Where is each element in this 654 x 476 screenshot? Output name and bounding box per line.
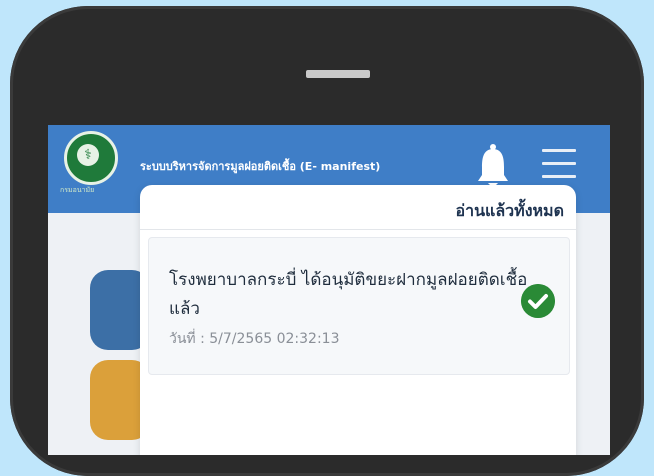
hamburger-menu-icon[interactable] bbox=[542, 149, 576, 183]
notification-message: โรงพยาบาลกระบี่ ได้อนุมัติขยะฝากมูลฝอยติ… bbox=[169, 270, 528, 319]
caduceus-icon: ⚕ bbox=[77, 144, 99, 166]
notification-dropdown: อ่านแล้วทั้งหมด โรงพยาบาลกระบี่ ได้อนุมั… bbox=[140, 185, 576, 455]
mark-all-read-button[interactable]: อ่านแล้วทั้งหมด bbox=[456, 199, 564, 224]
ministry-seal-icon: ⚕ bbox=[64, 131, 118, 185]
menu-line bbox=[542, 149, 576, 152]
notification-date: วันที่ : 5/7/2565 02:32:13 bbox=[169, 331, 340, 347]
divider bbox=[140, 229, 576, 230]
check-circle-icon bbox=[521, 284, 555, 318]
logo-text: กรมอนามัย bbox=[60, 186, 95, 194]
app-title: ระบบบริหารจัดการมูลฝอยติดเชื้อ (E- manif… bbox=[140, 160, 381, 173]
menu-line bbox=[542, 162, 576, 165]
bell-icon[interactable] bbox=[476, 143, 510, 189]
app-screen: ⚕ กรมอนามัย ระบบบริหารจัดการมูลฝอยติดเชื… bbox=[48, 125, 610, 455]
phone-speaker bbox=[306, 70, 370, 78]
notification-item[interactable]: โรงพยาบาลกระบี่ ได้อนุมัติขยะฝากมูลฝอยติ… bbox=[148, 237, 570, 375]
menu-line bbox=[542, 175, 576, 178]
